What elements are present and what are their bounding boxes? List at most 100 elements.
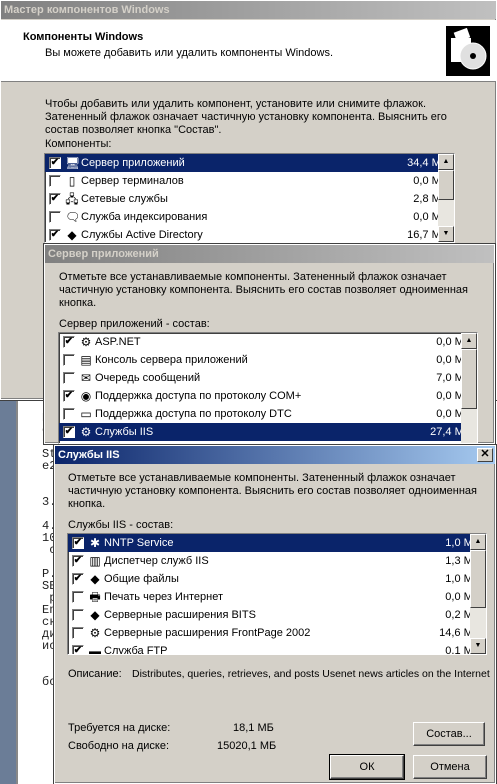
component-icon: ◆ [67, 228, 77, 242]
scroll-thumb[interactable] [461, 349, 477, 409]
component-icon: 🖥 [65, 156, 81, 170]
ok-button[interactable]: ОК [329, 754, 405, 780]
app-server-list-label: Сервер приложений - состав: [59, 318, 210, 330]
component-checkbox[interactable]: ✔ [72, 537, 84, 549]
component-name: Поддержка доступа по протоколу COM+ [95, 390, 302, 402]
wizard-rows: ✔ 🖥 Сервер приложений 34,4 МБ ▯ Сервер термин… [45, 154, 454, 242]
list-item[interactable]: ✔ 🖥 Сервер приложений 34,4 МБ [45, 154, 454, 172]
component-checkbox[interactable] [72, 591, 84, 603]
component-checkbox[interactable]: ✔ [63, 336, 75, 348]
wizard-titlebar: Мастер компонентов Windows [1, 1, 496, 19]
component-name: Поддержка доступа по протоколу DTC [95, 408, 292, 420]
component-checkbox[interactable]: ✔ [63, 390, 75, 402]
app-server-dialog: Сервер приложений Отметьте все устанавли… [43, 243, 496, 445]
iis-components-list[interactable]: ✔ ✱ NNTP Service 1,0 МБ ✔ ▥ Диспетчер служб II… [67, 533, 487, 655]
list-item[interactable]: ✔ 🖧 Сетевые службы 2,8 МБ [45, 190, 454, 208]
list-item[interactable]: ✔ ✱ NNTP Service 1,0 МБ [68, 534, 486, 552]
component-name: Сетевые службы [81, 193, 168, 205]
app-server-rows: ✔ ⚙ ASP.NET 0,0 МБ ▤ Консоль сервера приложен… [59, 333, 477, 441]
list-item[interactable]: ✔ ◆ Общие файлы 1,0 МБ [68, 570, 486, 588]
list-item[interactable]: ⚙ Серверные расширения FrontPage 2002 14,6… [68, 624, 486, 642]
component-name: Серверные расширения BITS [104, 609, 256, 621]
close-button[interactable]: ✕ [477, 448, 493, 462]
app-server-title: Сервер приложений [48, 248, 159, 260]
component-checkbox[interactable]: ✔ [49, 229, 61, 241]
app-server-scrollbar[interactable]: ▲ [461, 333, 477, 443]
wizard-header-title: Компоненты Windows [23, 31, 144, 43]
component-name: NNTP Service [104, 537, 174, 549]
component-checkbox[interactable] [63, 372, 75, 384]
component-name: Службы IIS [95, 426, 154, 438]
required-label: Требуется на диске: [68, 722, 171, 734]
scroll-down-button[interactable]: ▼ [470, 638, 486, 654]
component-checkbox[interactable] [72, 627, 84, 639]
wizard-header: Компоненты Windows Вы можете добавить ил… [1, 20, 496, 82]
component-icon: ▤ [80, 353, 92, 367]
list-item[interactable]: ✔ ⚙ ASP.NET 0,0 МБ [59, 333, 477, 351]
scroll-thumb[interactable] [438, 170, 454, 200]
component-checkbox[interactable]: ✔ [63, 426, 75, 438]
component-icon: ✱ [89, 536, 101, 550]
app-server-instructions: Отметьте все устанавливаемые компоненты.… [59, 271, 469, 309]
component-name: Консоль сервера приложений [95, 354, 248, 366]
scroll-up-button[interactable]: ▲ [461, 333, 477, 349]
list-item[interactable]: ◆ Серверные расширения BITS 0,2 МБ [68, 606, 486, 624]
list-item[interactable]: ✔ ◆ Службы Active Directory 16,7 МБ [45, 226, 454, 242]
component-icon: ▬ [89, 644, 101, 655]
list-item[interactable]: ▯ Сервер терминалов 0,0 МБ [45, 172, 454, 190]
component-icon: ▭ [80, 407, 92, 421]
cancel-button[interactable]: Отмена [413, 755, 487, 779]
iis-list-label: Службы IIS - состав: [68, 519, 174, 531]
component-icon: ◉ [80, 389, 92, 403]
list-item[interactable]: 🖶 Печать через Интернет 0,0 МБ [68, 588, 486, 606]
list-item[interactable]: ✉ Очередь сообщений 7,0 МБ [59, 369, 477, 387]
iis-rows: ✔ ✱ NNTP Service 1,0 МБ ✔ ▥ Диспетчер служб II… [68, 534, 486, 655]
component-icon: 🗨 [65, 210, 81, 224]
list-item[interactable]: ▤ Консоль сервера приложений 0,0 МБ [59, 351, 477, 369]
iis-title: Службы IIS [58, 449, 120, 461]
component-checkbox[interactable]: ✔ [72, 645, 84, 654]
iis-titlebar: Службы IIS ✕ [55, 446, 495, 464]
iis-scrollbar[interactable]: ▲ ▼ [470, 534, 486, 654]
wizard-instructions: Чтобы добавить или удалить компонент, ус… [45, 98, 447, 136]
scroll-down-button[interactable]: ▼ [438, 226, 454, 242]
component-icon: ⚙ [89, 626, 101, 640]
list-item[interactable]: ▭ Поддержка доступа по протоколу DTC 0,0 М… [59, 405, 477, 423]
scroll-thumb[interactable] [470, 550, 486, 608]
component-icon: ▥ [89, 554, 101, 568]
component-checkbox[interactable]: ✔ [49, 193, 61, 205]
component-name: ASP.NET [95, 336, 141, 348]
component-checkbox[interactable]: ✔ [72, 555, 84, 567]
free-label: Свободно на диске: [68, 740, 170, 752]
scroll-up-button[interactable]: ▲ [470, 534, 486, 550]
required-value: 18,1 МБ [233, 722, 274, 734]
component-checkbox[interactable] [49, 211, 61, 223]
component-icon: 🖶 [89, 590, 101, 604]
iis-instructions: Отметьте все устанавливаемые компоненты.… [68, 472, 478, 510]
component-checkbox[interactable] [63, 408, 75, 420]
component-checkbox[interactable] [63, 354, 75, 366]
details-button[interactable]: Состав... [413, 722, 485, 746]
wizard-cd-icon [446, 26, 490, 76]
scroll-up-button[interactable]: ▲ [438, 154, 454, 170]
component-name: Служба FTP [104, 645, 168, 655]
wizard-components-list[interactable]: ✔ 🖥 Сервер приложений 34,4 МБ ▯ Сервер термин… [44, 153, 455, 243]
component-checkbox[interactable]: ✔ [49, 157, 61, 169]
wizard-scrollbar[interactable]: ▲ ▼ [438, 154, 454, 242]
component-checkbox[interactable]: ✔ [72, 573, 84, 585]
iis-dialog: Службы IIS ✕ Отметьте все устанавливаемы… [53, 444, 497, 784]
wizard-header-subtitle: Вы можете добавить или удалить компонент… [45, 47, 334, 59]
component-name: Очередь сообщений [95, 372, 201, 384]
list-item[interactable]: 🗨 Служба индексирования 0,0 МБ [45, 208, 454, 226]
component-icon: 🖧 [65, 192, 79, 206]
free-value: 15020,1 МБ [217, 740, 277, 752]
app-server-list[interactable]: ✔ ⚙ ASP.NET 0,0 МБ ▤ Консоль сервера приложен… [58, 332, 478, 444]
description-text: Distributes, queries, retrieves, and pos… [132, 668, 490, 680]
list-item[interactable]: ✔ ▥ Диспетчер служб IIS 1,3 МБ [68, 552, 486, 570]
component-name: Диспетчер служб IIS [104, 555, 209, 567]
component-checkbox[interactable] [72, 609, 84, 621]
component-checkbox[interactable] [49, 175, 61, 187]
list-item[interactable]: ✔ ▬ Служба FTP 0,1 МБ [68, 642, 486, 655]
list-item[interactable]: ✔ ◉ Поддержка доступа по протоколу COM+ 0,0… [59, 387, 477, 405]
list-item[interactable]: ✔ ⚙ Службы IIS 27,4 МБ [59, 423, 477, 441]
